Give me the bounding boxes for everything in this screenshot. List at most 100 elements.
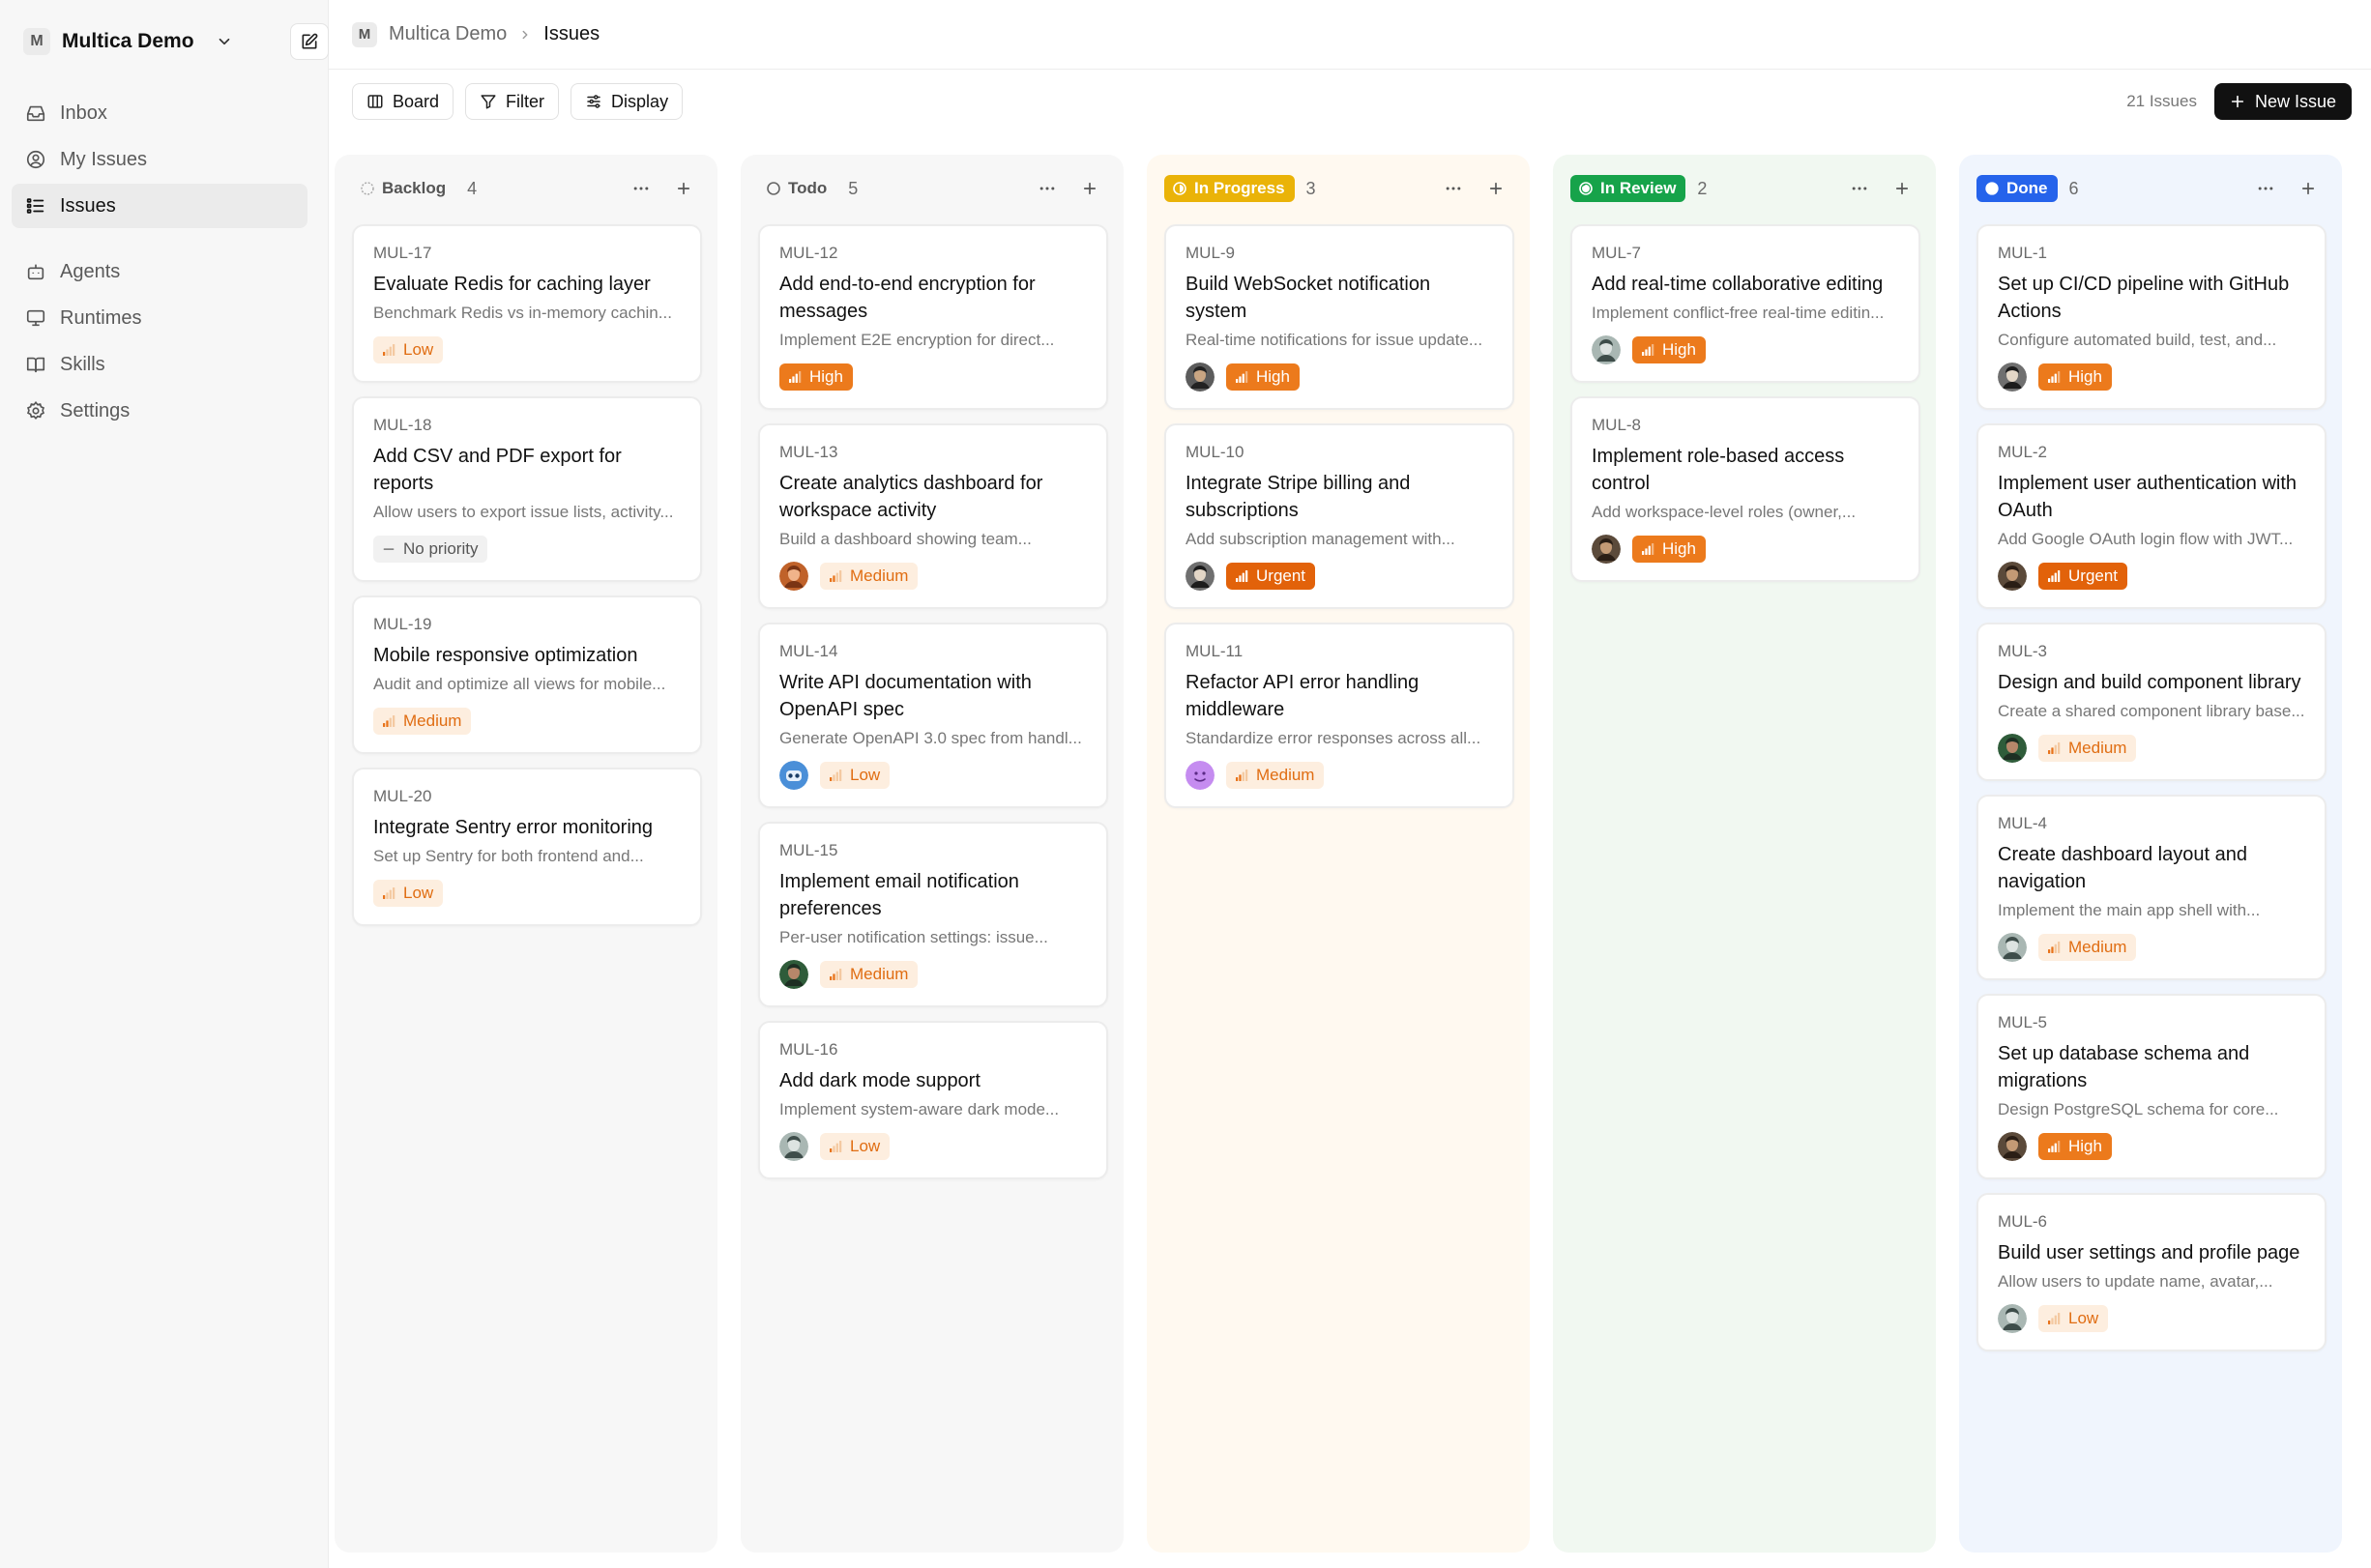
avatar[interactable] [1998, 562, 2027, 591]
issue-card[interactable]: MUL-6 Build user settings and profile pag… [1976, 1193, 2327, 1351]
issue-card[interactable]: MUL-7 Add real-time collaborative editing… [1570, 224, 1920, 383]
more-horizontal-icon[interactable] [1031, 174, 1064, 203]
issue-card[interactable]: MUL-15 Implement email notification prefe… [758, 822, 1108, 1007]
new-issue-button[interactable]: New Issue [2213, 83, 2352, 120]
priority-badge[interactable]: High [1226, 363, 1300, 391]
issue-title: Refactor API error handling middleware [1186, 672, 1420, 720]
priority-badge[interactable]: Medium [2038, 934, 2137, 961]
issue-card[interactable]: MUL-1 Set up CI/CD pipeline with GitHub A… [1976, 224, 2327, 410]
issue-id: MUL-19 [373, 615, 432, 633]
issue-description: Benchmark Redis vs in-memory cachin... [373, 304, 672, 322]
priority-badge[interactable]: High [1632, 536, 1706, 563]
avatar[interactable] [1998, 734, 2027, 763]
priority-badge[interactable]: Medium [820, 961, 919, 988]
avatar[interactable] [779, 1132, 808, 1161]
display-button[interactable]: Display [571, 83, 684, 120]
avatar[interactable] [1998, 1132, 2027, 1161]
issue-card[interactable]: MUL-9 Build WebSocket notification system… [1164, 224, 1514, 410]
avatar[interactable] [779, 562, 808, 591]
avatar[interactable] [1186, 761, 1215, 790]
issue-card[interactable]: MUL-8 Implement role-based access control… [1570, 396, 1920, 582]
avatar[interactable] [1592, 335, 1621, 364]
avatar[interactable] [1592, 535, 1621, 564]
issue-meta: Medium [779, 562, 1087, 591]
chevron-down-icon[interactable] [212, 29, 237, 54]
priority-badge[interactable]: High [779, 363, 853, 391]
plus-icon[interactable] [667, 174, 700, 203]
issue-card[interactable]: MUL-14 Write API documentation with OpenA… [758, 623, 1108, 808]
plus-icon[interactable] [1886, 174, 1918, 203]
issue-title: Set up database schema and migrations [1998, 1043, 2250, 1091]
sidebar-item-issues[interactable]: Issues [12, 184, 307, 228]
issue-card[interactable]: MUL-19 Mobile responsive optimization Audi… [352, 595, 702, 754]
priority-label: High [1662, 340, 1696, 359]
priority-badge[interactable]: Medium [820, 563, 919, 590]
priority-badge[interactable]: Medium [373, 708, 472, 735]
issue-card[interactable]: MUL-2 Implement user authentication with … [1976, 423, 2327, 609]
more-horizontal-icon[interactable] [2249, 174, 2282, 203]
issue-card[interactable]: MUL-3 Design and build component library C… [1976, 623, 2327, 781]
issue-card[interactable]: MUL-5 Set up database schema and migratio… [1976, 994, 2327, 1179]
workspace-switcher[interactable]: M Multica Demo [23, 23, 329, 60]
issue-card[interactable]: MUL-12 Add end-to-end encryption for mess… [758, 224, 1108, 410]
issue-meta: Medium [779, 960, 1087, 989]
avatar[interactable] [779, 960, 808, 989]
issue-card[interactable]: MUL-17 Evaluate Redis for caching layer Be… [352, 224, 702, 383]
top-bar: M Multica Demo Issues [329, 0, 2371, 70]
edit-icon [302, 33, 318, 49]
signal-bars-icon [1640, 541, 1655, 557]
issue-card[interactable]: MUL-10 Integrate Stripe billing and subsc… [1164, 423, 1514, 609]
signal-bars-icon [2046, 940, 2062, 955]
column-inprogress: In Progress 3 MUL-9 Build WebSocket notific… [1147, 155, 1530, 1553]
priority-badge[interactable]: Urgent [2038, 563, 2128, 590]
issue-card[interactable]: MUL-20 Integrate Sentry error monitoring S… [352, 768, 702, 926]
priority-badge[interactable]: Medium [2038, 735, 2137, 762]
issue-description: Standardize error responses across all..… [1186, 729, 1481, 747]
plus-icon[interactable] [2292, 174, 2325, 203]
display-label: Display [611, 91, 669, 111]
issue-card[interactable]: MUL-4 Create dashboard layout and navigat… [1976, 795, 2327, 980]
avatar[interactable] [1998, 933, 2027, 962]
plus-icon[interactable] [1073, 174, 1106, 203]
avatar[interactable] [779, 761, 808, 790]
avatar[interactable] [1186, 562, 1215, 591]
priority-badge[interactable]: Low [820, 762, 891, 789]
priority-badge[interactable]: Low [373, 336, 444, 363]
priority-badge[interactable]: High [2038, 363, 2112, 391]
breadcrumb-workspace[interactable]: Multica Demo [389, 23, 507, 45]
sidebar-item-label: Issues [60, 194, 116, 217]
more-horizontal-icon[interactable] [1843, 174, 1876, 203]
issue-id: MUL-8 [1592, 416, 1642, 434]
more-horizontal-icon[interactable] [625, 174, 658, 203]
priority-badge[interactable]: Low [373, 880, 444, 907]
sidebar-item-agents[interactable]: Agents [12, 249, 307, 294]
issue-card[interactable]: MUL-13 Create analytics dashboard for wor… [758, 423, 1108, 609]
sidebar-item-runtimes[interactable]: Runtimes [12, 296, 307, 340]
priority-badge[interactable]: High [1632, 336, 1706, 363]
signal-bars-icon [1234, 568, 1249, 584]
sidebar-item-my-issues[interactable]: My Issues [12, 137, 307, 182]
issue-card[interactable]: MUL-16 Add dark mode support Implement sys… [758, 1021, 1108, 1179]
compose-button[interactable] [290, 23, 329, 60]
sidebar-item-settings[interactable]: Settings [12, 389, 307, 433]
breadcrumb-page: Issues [543, 23, 600, 44]
plus-icon[interactable] [1479, 174, 1512, 203]
avatar[interactable] [1998, 1304, 2027, 1333]
priority-badge[interactable]: Low [2038, 1305, 2109, 1332]
issue-description: Implement the main app shell with... [1998, 901, 2261, 919]
issue-card[interactable]: MUL-18 Add CSV and PDF export for reports… [352, 396, 702, 582]
sidebar-item-inbox[interactable]: Inbox [12, 91, 307, 135]
priority-badge[interactable]: High [2038, 1133, 2112, 1160]
issue-title: Create dashboard layout and navigation [1998, 844, 2247, 892]
priority-badge[interactable]: Low [820, 1133, 891, 1160]
sidebar-item-skills[interactable]: Skills [12, 342, 307, 387]
issue-card[interactable]: MUL-11 Refactor API error handling middle… [1164, 623, 1514, 808]
priority-badge[interactable]: No priority [373, 536, 488, 563]
avatar[interactable] [1186, 363, 1215, 392]
board-view-button[interactable]: Board [352, 83, 454, 120]
filter-button[interactable]: Filter [465, 83, 560, 120]
more-horizontal-icon[interactable] [1437, 174, 1470, 203]
avatar[interactable] [1998, 363, 2027, 392]
priority-badge[interactable]: Medium [1226, 762, 1325, 789]
priority-badge[interactable]: Urgent [1226, 563, 1316, 590]
